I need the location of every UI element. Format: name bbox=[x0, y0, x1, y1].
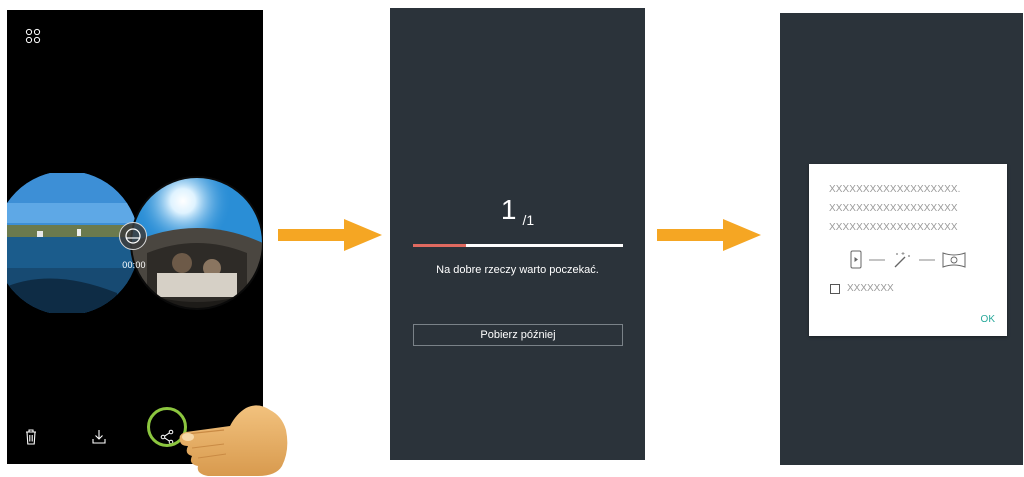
counter-total: /1 bbox=[522, 212, 535, 228]
panorama-icon bbox=[942, 252, 966, 268]
dialog-text-line: XXXXXXXXXXXXXXXXXXX bbox=[829, 203, 958, 214]
progress-bar bbox=[413, 244, 623, 247]
trash-icon[interactable] bbox=[23, 428, 39, 446]
dialog-text-line: XXXXXXXXXXXXXXXXXXX. bbox=[829, 184, 961, 195]
tutorial-stage: 00:00 1 /1 Na dobre rzeczy warto poczeka… bbox=[0, 0, 1024, 477]
ok-button[interactable]: OK bbox=[965, 311, 995, 327]
download-later-button[interactable]: Pobierz później bbox=[413, 324, 623, 346]
progress-message: Na dobre rzeczy warto poczekać. bbox=[436, 264, 599, 276]
globe-view-icon[interactable] bbox=[119, 222, 147, 250]
magic-wand-icon bbox=[894, 252, 910, 268]
workflow-diagram bbox=[850, 250, 966, 269]
right-arrow-icon bbox=[657, 219, 761, 251]
dont-show-again-checkbox[interactable] bbox=[830, 284, 840, 294]
progress-counter: 1/1 bbox=[390, 194, 645, 228]
download-progress-screen: 1/1 Na dobre rzeczy warto poczekać. Pobi… bbox=[390, 8, 645, 460]
dialog-text-line: XXXXXXXXXXXXXXXXXXX bbox=[829, 222, 958, 233]
grid-icon[interactable] bbox=[25, 28, 41, 44]
dialog-screen: XXXXXXXXXXXXXXXXXXX. XXXXXXXXXXXXXXXXXXX… bbox=[780, 13, 1023, 465]
download-icon[interactable] bbox=[91, 428, 107, 446]
info-dialog: XXXXXXXXXXXXXXXXXXX. XXXXXXXXXXXXXXXXXXX… bbox=[809, 164, 1007, 336]
checkbox-label: XXXXXXX bbox=[847, 283, 894, 294]
tapping-hand-icon bbox=[179, 405, 288, 476]
video-time-label: 00:00 bbox=[122, 260, 146, 270]
phone-icon bbox=[850, 250, 862, 269]
progress-bar-fill bbox=[413, 244, 466, 247]
counter-current: 1 bbox=[500, 194, 517, 225]
right-arrow-icon bbox=[278, 219, 382, 251]
globe-glyph bbox=[125, 228, 141, 244]
